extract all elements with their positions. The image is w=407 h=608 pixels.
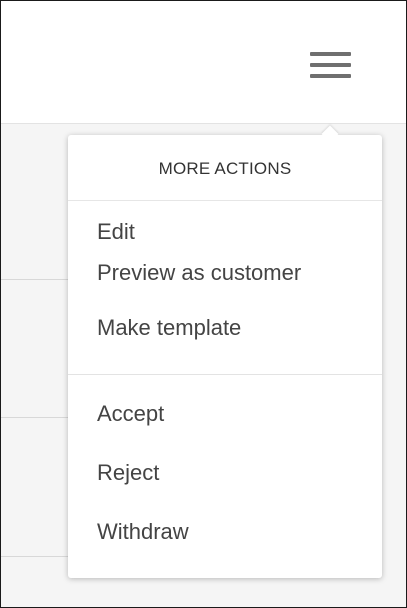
menu-group-status: Accept Reject Withdraw — [68, 375, 382, 561]
hamburger-bar — [310, 63, 351, 67]
menu-item-make-template[interactable]: Make template — [68, 300, 382, 355]
more-actions-button[interactable] — [307, 48, 353, 84]
dropdown-title: MORE ACTIONS — [68, 135, 382, 201]
menu-item-accept[interactable]: Accept — [68, 384, 382, 443]
menu-item-edit[interactable]: Edit — [68, 201, 382, 245]
hamburger-bar — [310, 52, 351, 56]
menu-item-withdraw[interactable]: Withdraw — [68, 502, 382, 561]
more-actions-dropdown: MORE ACTIONS Edit Preview as customer Ma… — [68, 125, 382, 578]
app-frame: MORE ACTIONS Edit Preview as customer Ma… — [0, 0, 407, 608]
background-row-divider — [1, 417, 71, 418]
menu-item-preview-as-customer[interactable]: Preview as customer — [68, 245, 382, 300]
menu-item-reject[interactable]: Reject — [68, 443, 382, 502]
menu-group-primary: Edit Preview as customer Make template — [68, 201, 382, 355]
hamburger-bar — [310, 74, 351, 78]
background-row-divider — [1, 556, 71, 557]
background-row-divider — [1, 279, 71, 280]
top-bar — [1, 1, 406, 124]
